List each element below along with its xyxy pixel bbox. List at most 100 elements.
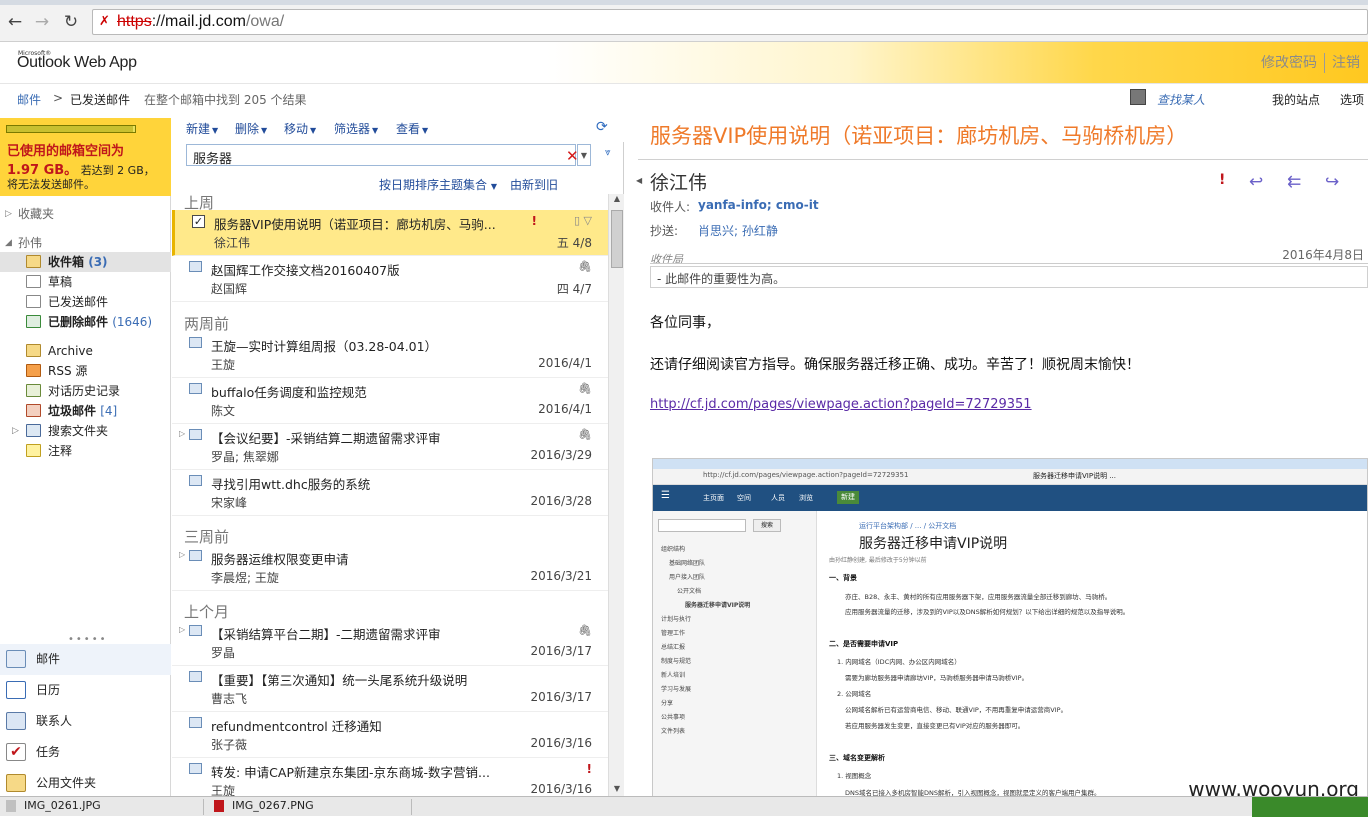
message-date: 2016/3/16 — [530, 782, 592, 796]
browser-toolbar: ← → ↻ ✗ https://mail.jd.com/owa/ — [0, 0, 1368, 42]
flag-icon[interactable]: ▯ ▽ — [574, 214, 592, 227]
search-result-count: 在整个邮箱中找到 205 个结果 — [144, 93, 307, 107]
module-label: 联系人 — [36, 714, 73, 728]
expand-search-icon[interactable]: ⩔ — [605, 147, 611, 158]
message-row[interactable]: ✓ 服务器VIP使用说明（诺亚项目：廊坊机房、马驹... ! ▯ ▽ 徐江伟 五… — [172, 210, 608, 256]
search-scope-dropdown[interactable]: ▼ — [577, 144, 591, 166]
embedded-paragraph: 若应用服务器发生变更，直接变更已有VIP对应的服务器即可。 — [845, 722, 1025, 730]
download-bar: IMG_0261.JPG IMG_0267.PNG — [0, 796, 1368, 817]
sidebar-item-inbox[interactable]: 收件箱 (3) — [0, 252, 171, 272]
find-people-link[interactable]: 查找某人 — [1157, 91, 1205, 108]
delete-button[interactable]: 删除 ▼ — [235, 120, 267, 137]
sidebar-item-rss[interactable]: RSS 源 — [0, 361, 171, 381]
forward-icon[interactable]: ↪ — [1325, 172, 1339, 192]
forward-icon[interactable]: → — [31, 11, 53, 33]
expand-conversation-icon[interactable]: ▷ — [179, 550, 185, 559]
back-icon[interactable]: ← — [4, 11, 26, 33]
address-text: https://mail.jd.com/owa/ — [117, 13, 285, 30]
read-mail-icon — [189, 717, 202, 728]
new-label: 新建 — [186, 122, 211, 136]
menu-icon: ☰ — [661, 490, 670, 501]
sidebar-item-sent[interactable]: 已发送邮件 — [0, 292, 171, 312]
breadcrumb-mail[interactable]: 邮件 — [17, 91, 41, 108]
message-date: 2016/3/16 — [530, 736, 592, 750]
collapse-icon[interactable]: ◢ — [5, 233, 12, 253]
my-sites-link[interactable]: 我的站点 — [1272, 91, 1320, 108]
embedded-new-button: 新建 — [837, 491, 859, 504]
mailbox-node[interactable]: ◢ 孙伟 — [0, 233, 171, 253]
view-button[interactable]: 查看 ▼ — [396, 120, 428, 137]
sidebar-item-search-folders[interactable]: ▷ 搜索文件夹 — [0, 421, 171, 441]
expand-conversation-icon[interactable]: ▷ — [179, 429, 185, 438]
reload-icon[interactable]: ↻ — [60, 11, 82, 33]
message-row[interactable]: ▷ 服务器运维权限变更申请 李晨煜; 王旋 2016/3/21 — [172, 545, 608, 591]
body-text: 还请仔细阅读官方指导。确保服务器迁移正确、成功。辛苦了！顺祝周末愉快！ — [650, 357, 1140, 373]
separator — [1324, 53, 1325, 73]
checkbox-icon[interactable]: ✓ — [192, 215, 205, 228]
message-row[interactable]: 【重要】【第三次通知】统一头尾系统升级说明 曹志飞 2016/3/17 — [172, 666, 608, 712]
collapse-header-icon[interactable]: ◀ — [636, 176, 642, 185]
message-sender: 李晨煜; 王旋 — [211, 571, 279, 585]
cc-recipients[interactable]: 肖思兴; 孙红静 — [698, 222, 778, 239]
embedded-tree-item: 公共事项 — [661, 714, 686, 721]
message-row[interactable]: ▷ 【采销结算平台二期】-二期遗留需求评审 🖇 罗晶 2016/3/17 — [172, 620, 608, 666]
change-password-link[interactable]: 修改密码 — [1261, 55, 1317, 71]
module-tasks[interactable]: ✔ 任务 — [0, 737, 171, 768]
message-row[interactable]: 赵国辉工作交接文档20160407版 🖇 赵国辉 四 4/7 — [172, 256, 608, 302]
expand-conversation-icon[interactable]: ▷ — [179, 625, 185, 634]
message-row[interactable]: buffalo任务调度和监控规范 🖇 陈文 2016/4/1 — [172, 378, 608, 424]
sidebar-item-archive[interactable]: Archive — [0, 341, 171, 361]
insecure-lock-icon[interactable]: ✗ — [99, 14, 113, 30]
reply-icon[interactable]: ↩ — [1249, 172, 1263, 192]
move-button[interactable]: 移动 ▼ — [284, 120, 316, 137]
list-scrollbar[interactable]: ▲ ▼ — [608, 194, 624, 798]
module-public-folders[interactable]: 公用文件夹 — [0, 768, 171, 799]
module-contacts[interactable]: 联系人 — [0, 706, 171, 737]
filter-button[interactable]: 筛选器 ▼ — [334, 120, 378, 137]
module-mail[interactable]: 邮件 — [0, 644, 171, 675]
sidebar-item-junk[interactable]: 垃圾邮件 [4] — [0, 401, 171, 421]
dropdown-arrow-icon: ▼ — [261, 126, 268, 135]
sent-date: 2016年4月8日 — [1282, 248, 1364, 262]
message-row[interactable]: ▷ 【会议纪要】-采销结算二期遗留需求评审 🖇 罗晶; 焦翠娜 2016/3/2… — [172, 424, 608, 470]
scroll-thumb[interactable] — [611, 210, 623, 268]
sidebar-item-drafts[interactable]: 草稿 — [0, 272, 171, 292]
body-link[interactable]: http://cf.jd.com/pages/viewpage.action?p… — [650, 397, 1032, 412]
address-bar[interactable]: ✗ https://mail.jd.com/owa/ — [92, 9, 1368, 35]
importance-infobar: - 此邮件的重要性为高。 — [650, 266, 1368, 288]
new-button[interactable]: 新建 ▼ — [186, 120, 218, 137]
url-path: /owa/ — [245, 13, 285, 30]
options-link[interactable]: 选项 — [1340, 91, 1364, 108]
message-subject: 【重要】【第三次通知】统一头尾系统升级说明 — [211, 673, 468, 688]
read-mail-icon — [189, 475, 202, 486]
message-row[interactable]: 寻找引用wtt.dhc服务的系统 宋家峰 2016/3/28 — [172, 470, 608, 516]
expand-icon[interactable]: ▷ — [12, 421, 19, 441]
embedded-tree-item: 组织结构 — [661, 546, 686, 553]
sidebar-item-deleted[interactable]: 已删除邮件 (1646) — [0, 312, 171, 332]
module-calendar[interactable]: 日历 — [0, 675, 171, 706]
embedded-sidebar: 搜索 组织结构 基础网络团队 用户接入团队 公开文档 服务器迁移申请VIP说明 … — [653, 511, 817, 815]
message-row[interactable]: refundmentcontrol 迁移通知 张子薇 2016/3/16 — [172, 712, 608, 758]
quota-warning: 已使用的邮箱空间为 1.97 GB。 若达到 2 GB， 将无法发送邮件。 — [0, 118, 171, 196]
favorites-node[interactable]: ▷ 收藏夹 — [0, 204, 171, 224]
download-item[interactable]: IMG_0261.JPG — [6, 799, 204, 815]
sidebar-item-conversation-history[interactable]: 对话历史记录 — [0, 381, 171, 401]
search-input[interactable]: 服务器 ✕ — [186, 144, 579, 167]
address-book-icon[interactable] — [1130, 89, 1146, 105]
sender-name[interactable]: 徐江伟 — [650, 168, 707, 195]
reply-all-icon[interactable]: ⇇ — [1287, 172, 1301, 192]
message-row[interactable]: 王旋—实时计算组周报（03.28-04.01） 王旋 2016/4/1 — [172, 332, 608, 378]
expand-icon[interactable]: ▷ — [5, 204, 12, 224]
message-subject: 【采销结算平台二期】-二期遗留需求评审 — [211, 627, 441, 642]
download-item[interactable]: IMG_0267.PNG — [214, 799, 412, 815]
embedded-nav-item: 主页面 — [703, 494, 724, 502]
embedded-heading: 一、背景 — [829, 574, 857, 582]
refresh-icon[interactable]: ⟳ — [596, 120, 610, 134]
sidebar-item-notes[interactable]: 注释 — [0, 441, 171, 461]
body-greeting: 各位同事， — [650, 315, 720, 331]
to-recipients[interactable]: yanfa-info; cmo-it — [698, 198, 819, 212]
logout-link[interactable]: 注销 — [1332, 55, 1360, 71]
scroll-up-icon[interactable]: ▲ — [609, 194, 625, 208]
message-date: 2016/3/29 — [530, 448, 592, 462]
embedded-content: 运行平台架构部 / ... / 公开文档 服务器迁移申请VIP说明 由孙红静创建… — [817, 511, 1367, 815]
